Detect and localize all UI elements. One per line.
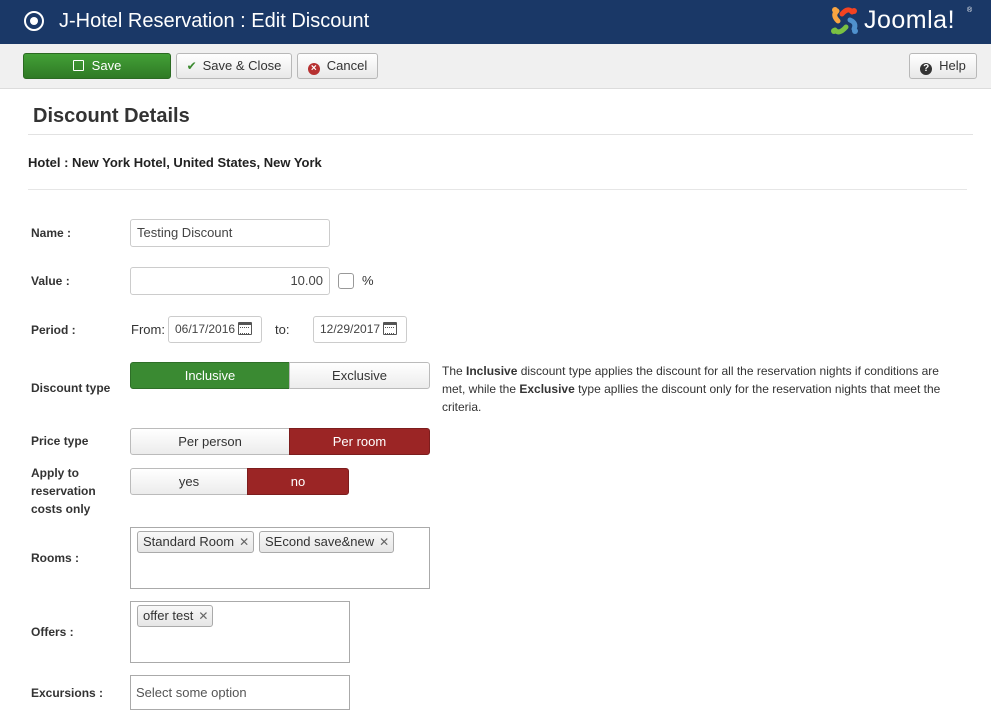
apply-costs-no-button[interactable]: no: [247, 468, 349, 495]
hotel-info: Hotel : New York Hotel, United States, N…: [28, 155, 322, 170]
cancel-button-label: Cancel: [326, 58, 368, 73]
app-header: J-Hotel Reservation : Edit Discount Joom…: [0, 0, 991, 44]
save-close-button-label: Save & Close: [202, 58, 282, 73]
offers-multiselect[interactable]: offer test ✕: [130, 601, 350, 663]
save-button[interactable]: Save: [23, 53, 171, 79]
question-circle-icon: ?: [920, 63, 933, 75]
page-title: J-Hotel Reservation : Edit Discount: [59, 10, 370, 32]
from-label: From:: [131, 322, 165, 337]
price-type-per-room-button[interactable]: Per room: [289, 428, 430, 455]
rooms-multiselect[interactable]: Standard Room ✕ SEcond save&new ✕: [130, 527, 430, 589]
apply-costs-yes-button[interactable]: yes: [130, 468, 248, 495]
price-type-per-person-button[interactable]: Per person: [130, 428, 290, 455]
joomla-logo-icon: [831, 7, 858, 35]
calendar-icon[interactable]: [383, 322, 397, 335]
calendar-icon[interactable]: [238, 322, 252, 335]
save-button-label: Save: [91, 58, 122, 73]
discount-type-exclusive-button[interactable]: Exclusive: [289, 362, 430, 389]
remove-tag-icon[interactable]: ✕: [239, 532, 249, 552]
save-close-button[interactable]: ✔ Save & Close: [176, 53, 292, 79]
period-label: Period :: [31, 323, 76, 337]
joomla-logo: Joomla! ®: [828, 4, 978, 38]
value-input[interactable]: 10.00: [130, 267, 330, 295]
price-type-label: Price type: [31, 434, 89, 448]
toolbar: Save ✔ Save & Close × Cancel ? Help: [0, 44, 991, 89]
percent-label: %: [362, 273, 374, 288]
joomla-brand-text: Joomla!: [864, 6, 956, 34]
divider: [28, 189, 967, 190]
name-input[interactable]: Testing Discount: [130, 219, 330, 247]
check-icon: ✔: [186, 59, 197, 73]
room-tag: Standard Room ✕: [137, 531, 255, 553]
cancel-circle-icon: ×: [307, 63, 320, 75]
edit-icon: [72, 60, 84, 71]
percent-checkbox[interactable]: [338, 273, 354, 289]
cancel-button[interactable]: × Cancel: [297, 53, 378, 79]
discount-type-label: Discount type: [31, 381, 111, 395]
excursions-label: Excursions :: [31, 686, 104, 700]
discount-type-inclusive-button[interactable]: Inclusive: [130, 362, 290, 389]
section-title: Discount Details: [33, 105, 190, 127]
value-label: Value :: [31, 274, 70, 288]
name-label: Name :: [31, 226, 72, 240]
remove-tag-icon[interactable]: ✕: [198, 606, 208, 626]
joomla-registered-mark: ®: [967, 7, 973, 14]
excursions-multiselect[interactable]: Select some option: [130, 675, 350, 710]
radio-target-icon: [24, 11, 44, 31]
help-button[interactable]: ? Help: [909, 53, 977, 79]
discount-type-help-text: The Inclusive discount type applies the …: [442, 364, 941, 414]
room-tag: SEcond save&new ✕: [259, 531, 395, 553]
divider: [28, 134, 973, 135]
offers-label: Offers :: [31, 625, 74, 639]
help-button-label: Help: [939, 58, 966, 73]
remove-tag-icon[interactable]: ✕: [379, 532, 389, 552]
offer-tag: offer test ✕: [137, 605, 214, 627]
apply-costs-label: Apply to reservation costs only: [31, 466, 96, 516]
to-label: to:: [275, 322, 290, 337]
rooms-label: Rooms :: [31, 551, 79, 565]
